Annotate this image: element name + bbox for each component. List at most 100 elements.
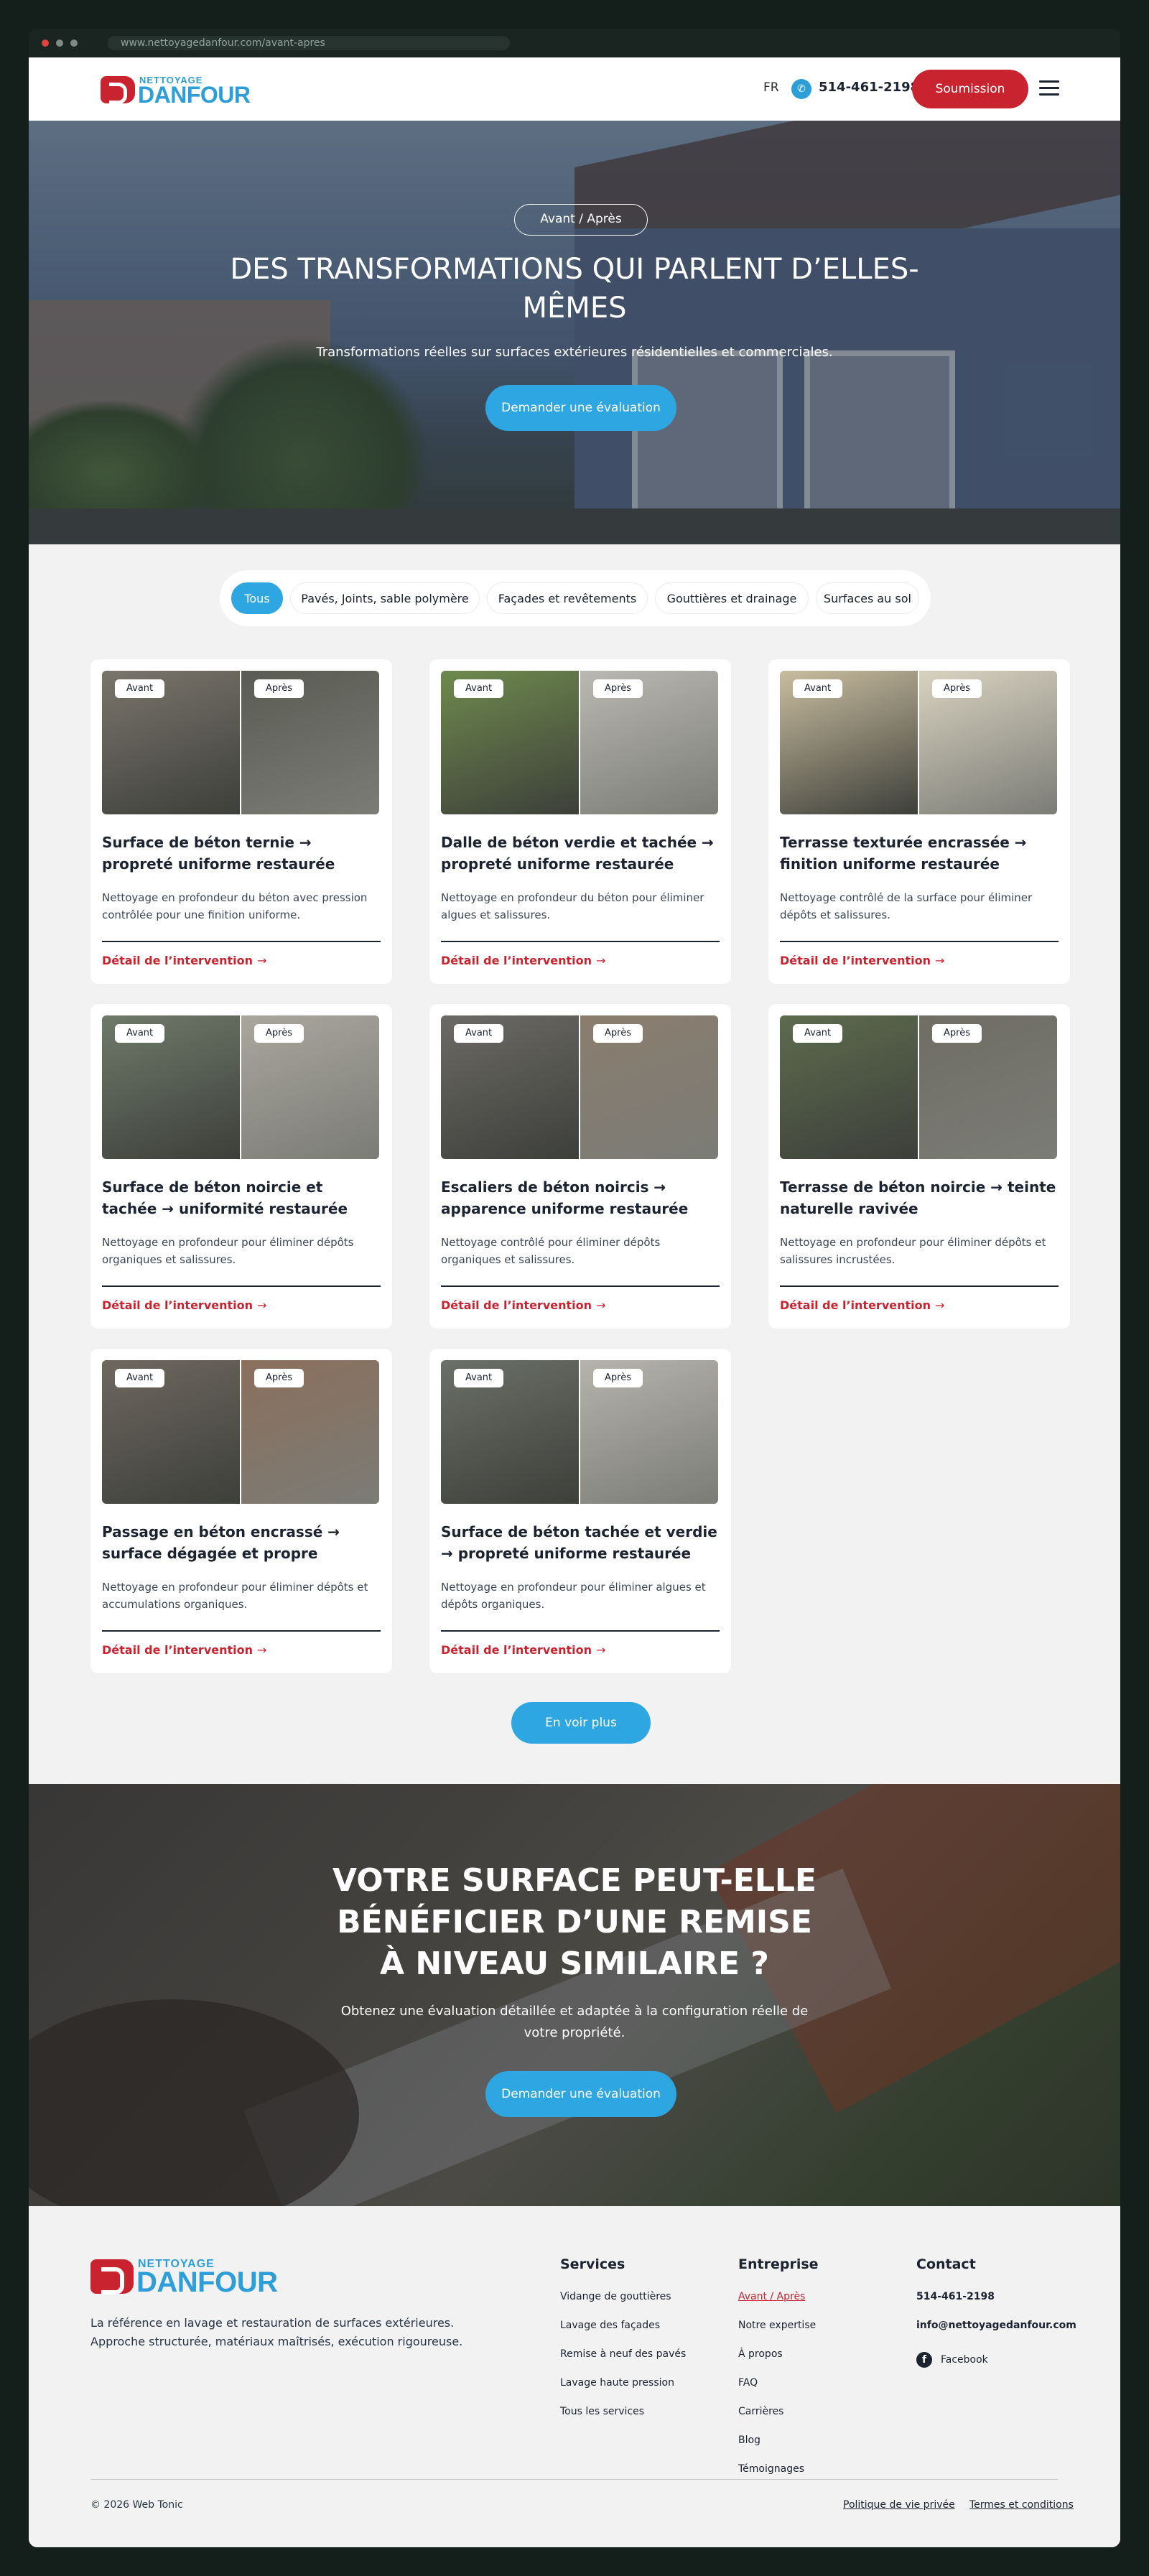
- quote-button[interactable]: Soumission: [912, 70, 1028, 108]
- menu-icon[interactable]: [1039, 80, 1059, 96]
- footer-link-avant-apres[interactable]: Avant / Après: [738, 2288, 819, 2317]
- filter-gouttieres[interactable]: Gouttières et drainage: [655, 582, 809, 614]
- logo-mark-icon: [101, 76, 135, 104]
- minimize-dot-icon[interactable]: [56, 39, 63, 47]
- filter-facades[interactable]: Façades et revêtements: [487, 582, 648, 614]
- before-tag: Avant: [793, 679, 843, 698]
- footer-link-blog[interactable]: Blog: [738, 2432, 819, 2460]
- result-card[interactable]: Avant Après Terrasse de béton noircie → te…: [768, 1004, 1070, 1329]
- phone-icon: ✆: [791, 79, 811, 99]
- site-footer: NETTOYAGE DANFOUR La référence en lavage…: [29, 2206, 1120, 2547]
- filter-paves[interactable]: Pavés, Joints, sable polymère: [290, 582, 480, 614]
- result-card[interactable]: Avant Après Dalle de béton verdie et taché…: [429, 659, 731, 984]
- logo-big-text: DANFOUR: [138, 82, 251, 108]
- after-tag: Après: [593, 1369, 643, 1387]
- footer-link-testimonials[interactable]: Témoignages: [738, 2460, 819, 2489]
- card-detail-label: Détail de l’intervention: [102, 954, 253, 967]
- card-title: Terrasse de béton noircie → teinte natur…: [780, 1178, 1056, 1217]
- see-more-button[interactable]: En voir plus: [511, 1702, 651, 1744]
- cta-band-title: VOTRE SURFACE PEUT-ELLE BÉNÉFICIER D’UNE…: [332, 1862, 817, 1982]
- before-tag: Avant: [115, 1369, 165, 1387]
- privacy-link[interactable]: Politique de vie privée: [843, 2499, 955, 2511]
- site-header: NETTOYAGE DANFOUR FR ✆ 514-461-2198 Soum…: [29, 57, 1120, 121]
- maximize-dot-icon[interactable]: [70, 39, 78, 47]
- before-tag: Avant: [454, 1024, 504, 1043]
- result-card[interactable]: Avant Après Surface de béton noircie et ta…: [90, 1004, 392, 1329]
- after-tag: Après: [254, 679, 304, 698]
- footer-link-about[interactable]: À propos: [738, 2345, 819, 2374]
- footer-copyright: © 2026 Web Tonic: [90, 2499, 183, 2511]
- footer-link-haute-pression[interactable]: Lavage haute pression: [560, 2374, 686, 2403]
- footer-email[interactable]: info@nettoyagedanfour.com: [916, 2317, 1076, 2345]
- hero-badge: Avant / Après: [514, 204, 648, 236]
- before-tag: Avant: [115, 1024, 165, 1043]
- cta-band-evaluation-button[interactable]: Demander une évaluation: [485, 2071, 676, 2117]
- terms-link[interactable]: Termes et conditions: [969, 2499, 1074, 2511]
- card-detail-label: Détail de l’intervention: [102, 1643, 253, 1657]
- footer-divider: [90, 2479, 1059, 2480]
- close-dot-icon[interactable]: [42, 39, 49, 47]
- card-detail-link[interactable]: Détail de l’intervention →: [102, 1643, 266, 1657]
- after-image: Après: [580, 1015, 718, 1159]
- before-image: Avant: [780, 671, 918, 814]
- result-card[interactable]: Avant Après Escaliers de béton noircis → a…: [429, 1004, 731, 1329]
- footer-contact: Contact 514-461-2198 info@nettoyagedanfo…: [916, 2256, 1076, 2374]
- card-divider: [441, 941, 720, 942]
- card-divider: [780, 941, 1059, 942]
- footer-link-careers[interactable]: Carrières: [738, 2403, 819, 2432]
- footer-phone[interactable]: 514-461-2198: [916, 2288, 1076, 2317]
- card-description: Nettoyage en profondeur pour éliminer dé…: [102, 1581, 368, 1611]
- footer-services: Services Vidange de gouttières Lavage de…: [560, 2256, 686, 2432]
- filter-all[interactable]: Tous: [231, 582, 283, 614]
- address-bar[interactable]: www.nettoyagedanfour.com/avant-apres: [108, 36, 510, 50]
- before-tag: Avant: [454, 679, 504, 698]
- card-detail-link[interactable]: Détail de l’intervention →: [780, 954, 944, 967]
- before-image: Avant: [441, 1015, 579, 1159]
- footer-link-expertise[interactable]: Notre expertise: [738, 2317, 819, 2345]
- card-description: Nettoyage en profondeur pour éliminer al…: [441, 1581, 706, 1611]
- before-image: Avant: [102, 1360, 240, 1504]
- footer-facebook-link[interactable]: f Facebook: [916, 2345, 1076, 2374]
- card-description: Nettoyage en profondeur du béton avec pr…: [102, 891, 368, 921]
- card-detail-link[interactable]: Détail de l’intervention →: [441, 1643, 605, 1657]
- footer-logo-mark-icon: [90, 2259, 134, 2294]
- card-title: Surface de béton tachée et verdie → prop…: [441, 1523, 717, 1562]
- card-detail-link[interactable]: Détail de l’intervention →: [441, 1298, 605, 1312]
- before-image: Avant: [102, 1015, 240, 1159]
- footer-company: Entreprise Avant / Après Notre expertise…: [738, 2256, 819, 2489]
- card-divider: [780, 1285, 1059, 1287]
- cta-band: VOTRE SURFACE PEUT-ELLE BÉNÉFICIER D’UNE…: [29, 1784, 1120, 2206]
- footer-services-title: Services: [560, 2256, 625, 2272]
- footer-link-faq[interactable]: FAQ: [738, 2374, 819, 2403]
- footer-logo[interactable]: NETTOYAGE DANFOUR: [90, 2256, 299, 2298]
- before-image: Avant: [102, 671, 240, 814]
- arrow-right-icon: →: [596, 1298, 606, 1312]
- after-image: Après: [580, 1360, 718, 1504]
- logo[interactable]: NETTOYAGE DANFOUR: [101, 73, 251, 108]
- result-card[interactable]: Avant Après Surface de béton tachée et ver…: [429, 1349, 731, 1673]
- hero-evaluation-button[interactable]: Demander une évaluation: [485, 385, 676, 431]
- result-card[interactable]: Avant Après Passage en béton encrassé → su…: [90, 1349, 392, 1673]
- card-detail-label: Détail de l’intervention: [441, 1298, 592, 1312]
- after-image: Après: [241, 671, 379, 814]
- language-switch[interactable]: FR: [763, 80, 779, 95]
- card-detail-link[interactable]: Détail de l’intervention →: [780, 1298, 944, 1312]
- card-detail-link[interactable]: Détail de l’intervention →: [102, 1298, 266, 1312]
- result-card[interactable]: Avant Après Surface de béton ternie → prop…: [90, 659, 392, 984]
- result-card[interactable]: Avant Après Terrasse texturée encrassée → …: [768, 659, 1070, 984]
- footer-link-paves[interactable]: Remise à neuf des pavés: [560, 2345, 686, 2374]
- footer-tagline: La référence en lavage et restauration d…: [90, 2316, 463, 2348]
- card-description: Nettoyage en profondeur pour éliminer dé…: [780, 1236, 1046, 1266]
- card-title: Terrasse texturée encrassée → finition u…: [780, 834, 1027, 873]
- filter-surfaces-sol[interactable]: Surfaces au sol: [816, 582, 919, 614]
- after-tag: Après: [932, 679, 982, 698]
- footer-link-gouttieres[interactable]: Vidange de gouttières: [560, 2288, 686, 2317]
- footer-link-all-services[interactable]: Tous les services: [560, 2403, 686, 2432]
- card-description: Nettoyage en profondeur du béton pour él…: [441, 891, 704, 921]
- card-detail-link[interactable]: Détail de l’intervention →: [102, 954, 266, 967]
- card-detail-link[interactable]: Détail de l’intervention →: [441, 954, 605, 967]
- card-title: Passage en béton encrassé → surface déga…: [102, 1523, 340, 1562]
- card-description: Nettoyage contrôlé pour éliminer dépôts …: [441, 1236, 661, 1266]
- header-phone[interactable]: 514-461-2198: [819, 80, 919, 95]
- footer-link-facades[interactable]: Lavage des façades: [560, 2317, 686, 2345]
